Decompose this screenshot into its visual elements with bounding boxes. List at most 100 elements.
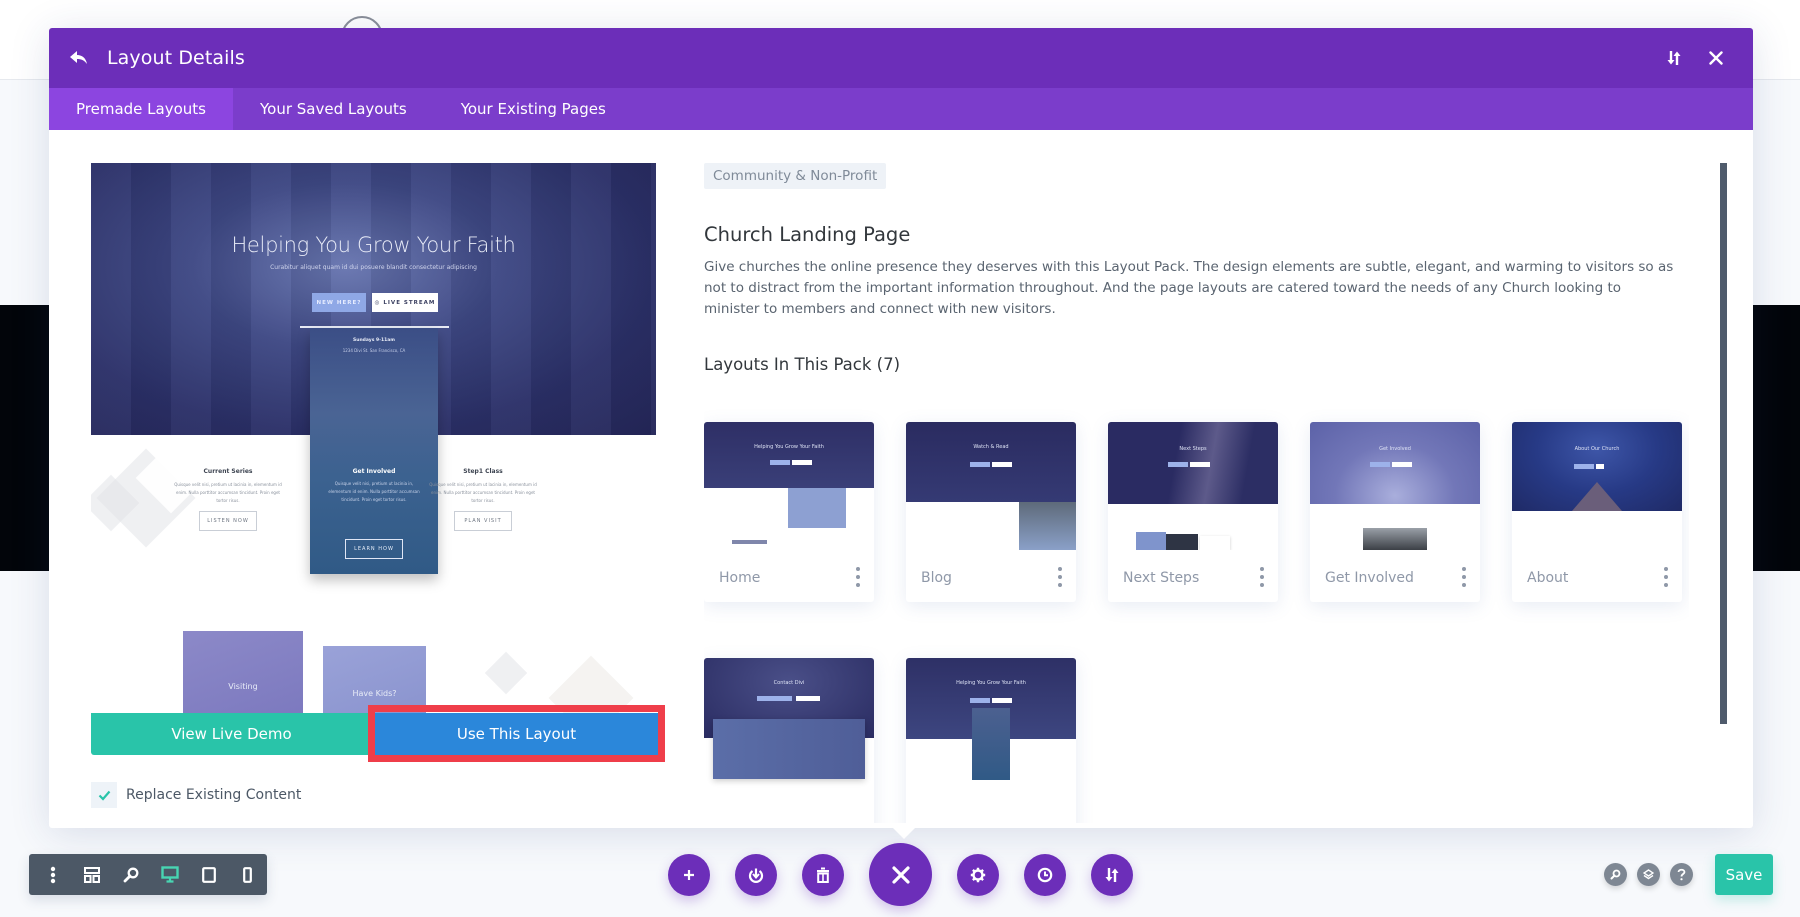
save-button[interactable]: Save — [1715, 854, 1773, 895]
preview-new-here-button: NEW HERE? — [312, 293, 366, 312]
preview-col-text: Quisque velit nisi, pretium ut lacinia i… — [429, 482, 537, 503]
replace-content-checkbox[interactable] — [91, 782, 117, 808]
portability-button[interactable] — [735, 854, 777, 896]
preview-col-button: LEARN HOW — [345, 539, 403, 559]
tab-existing-pages[interactable]: Your Existing Pages — [434, 88, 633, 130]
modal-header: Layout Details — [49, 28, 1753, 88]
close-settings-button[interactable] — [869, 843, 932, 906]
preview-card-hours: Sundays 9-11am — [353, 338, 395, 343]
category-badge[interactable]: Community & Non-Profit — [704, 163, 887, 189]
trash-icon — [817, 867, 829, 883]
layout-preview-image: Helping You Grow Your Faith Curabitur al… — [91, 163, 656, 723]
modal-pointer — [891, 826, 917, 839]
layout-thumbnail: Contact Divi — [704, 658, 874, 823]
layout-thumbnail: Get Involved — [1310, 422, 1480, 550]
sort-button[interactable] — [1653, 37, 1695, 79]
pack-title: Church Landing Page — [704, 223, 911, 246]
help-button[interactable] — [1670, 863, 1693, 886]
close-icon — [1709, 51, 1723, 65]
sort-arrows-icon — [1667, 51, 1681, 65]
more-options-button[interactable] — [33, 854, 72, 895]
use-this-layout-button[interactable]: Use This Layout — [375, 713, 658, 755]
preview-card-address: 1234 Divi St. San Francisco, CA — [342, 348, 406, 353]
add-icon — [684, 870, 694, 880]
replace-existing-content-toggle[interactable]: Replace Existing Content — [91, 782, 301, 808]
add-button[interactable] — [668, 854, 710, 896]
layout-pack-details: Community & Non-Profit Church Landing Pa… — [704, 163, 1689, 823]
background-dark-section-right — [1752, 305, 1800, 571]
back-arrow-icon — [70, 51, 87, 64]
settings-icon — [970, 867, 986, 883]
page-settings-button[interactable] — [957, 854, 999, 896]
layout-thumbnail: Next Steps — [1108, 422, 1278, 550]
more-options-icon[interactable] — [854, 567, 862, 587]
tablet-view-icon — [201, 866, 216, 883]
close-icon — [891, 865, 910, 884]
layout-details-modal: Layout Details Premade Layouts Your Save… — [49, 28, 1753, 828]
preview-col-button: PLAN VISIT — [454, 511, 512, 531]
layouts-in-pack-heading: Layouts In This Pack (7) — [704, 355, 901, 374]
layout-card-get-involved[interactable]: Get Involved Get Involved — [1310, 422, 1480, 602]
preview-column: Current Series Quisque velit nisi, preti… — [173, 468, 283, 531]
portability-sort-button[interactable] — [1091, 854, 1133, 896]
details-scrollbar[interactable] — [1720, 163, 1727, 724]
layers-icon — [1643, 869, 1654, 880]
search-button[interactable] — [1604, 863, 1627, 886]
history-icon — [1037, 867, 1053, 883]
pack-description: Give churches the online presence they d… — [704, 259, 1674, 317]
layout-card-name: About — [1527, 570, 1569, 586]
preview-col-heading: Current Series — [203, 468, 253, 475]
preview-hero-title: Helping You Grow Your Faith — [231, 233, 516, 257]
tablet-view-button[interactable] — [189, 854, 228, 895]
layout-card-name: Get Involved — [1325, 570, 1414, 586]
preview-visiting-image: Visiting — [183, 631, 303, 723]
layout-thumbnail: Helping You Grow Your Faith — [906, 658, 1076, 823]
clear-layout-button[interactable] — [802, 854, 844, 896]
preview-hero-subtitle: Curabitur aliquet quam id dui posuere bl… — [270, 264, 477, 271]
search-icon — [1610, 869, 1621, 880]
layout-thumbnail: About Our Church — [1512, 422, 1682, 550]
history-button[interactable] — [1024, 854, 1066, 896]
more-options-icon[interactable] — [1258, 567, 1266, 587]
background-dark-section-left — [0, 305, 50, 571]
preview-decor-diamond — [484, 651, 528, 695]
layout-card-home[interactable]: Helping You Grow Your Faith Home — [704, 422, 874, 602]
view-live-demo-button[interactable]: View Live Demo — [91, 713, 372, 755]
desktop-view-icon — [160, 866, 179, 883]
zoom-icon — [123, 867, 138, 882]
preview-column: Step1 Class Quisque velit nisi, pretium … — [428, 468, 538, 531]
layout-card-landing[interactable]: Helping You Grow Your Faith — [906, 658, 1076, 823]
desktop-view-button[interactable] — [150, 854, 189, 895]
modal-title: Layout Details — [107, 47, 245, 69]
zoom-button[interactable] — [111, 854, 150, 895]
help-icon — [1677, 868, 1686, 881]
layout-thumbnail: Helping You Grow Your Faith — [704, 422, 874, 550]
tab-premade-layouts[interactable]: Premade Layouts — [49, 88, 233, 130]
phone-view-button[interactable] — [228, 854, 267, 895]
more-options-icon[interactable] — [1662, 567, 1670, 587]
more-options-icon — [50, 866, 55, 883]
layout-card-blog[interactable]: Watch & Read Blog — [906, 422, 1076, 602]
layout-card-name: Next Steps — [1123, 570, 1200, 586]
phone-view-icon — [243, 866, 252, 883]
modal-content: Helping You Grow Your Faith Curabitur al… — [49, 130, 1753, 828]
layout-card-contact[interactable]: Contact Divi — [704, 658, 874, 823]
preview-featured-card: Sundays 9-11am 1234 Divi St. San Francis… — [310, 328, 438, 574]
layers-button[interactable] — [1637, 863, 1660, 886]
layout-card-name: Home — [719, 570, 761, 586]
preview-col-heading: Get Involved — [352, 468, 396, 475]
checkmark-icon — [98, 790, 110, 801]
back-button[interactable] — [67, 46, 91, 70]
layout-card-next-steps[interactable]: Next Steps Next Steps — [1108, 422, 1278, 602]
more-options-icon[interactable] — [1056, 567, 1064, 587]
layout-card-about[interactable]: About Our Church About — [1512, 422, 1682, 602]
layout-card-name: Blog — [921, 570, 952, 586]
sort-arrows-icon — [1105, 868, 1119, 882]
layout-thumbnail: Watch & Read — [906, 422, 1076, 550]
tab-bar: Premade Layouts Your Saved Layouts Your … — [49, 88, 1753, 130]
more-options-icon[interactable] — [1460, 567, 1468, 587]
tab-saved-layouts[interactable]: Your Saved Layouts — [233, 88, 434, 130]
modal-close-button[interactable] — [1695, 37, 1737, 79]
wireframe-view-button[interactable] — [72, 854, 111, 895]
wireframe-view-icon — [83, 866, 100, 883]
